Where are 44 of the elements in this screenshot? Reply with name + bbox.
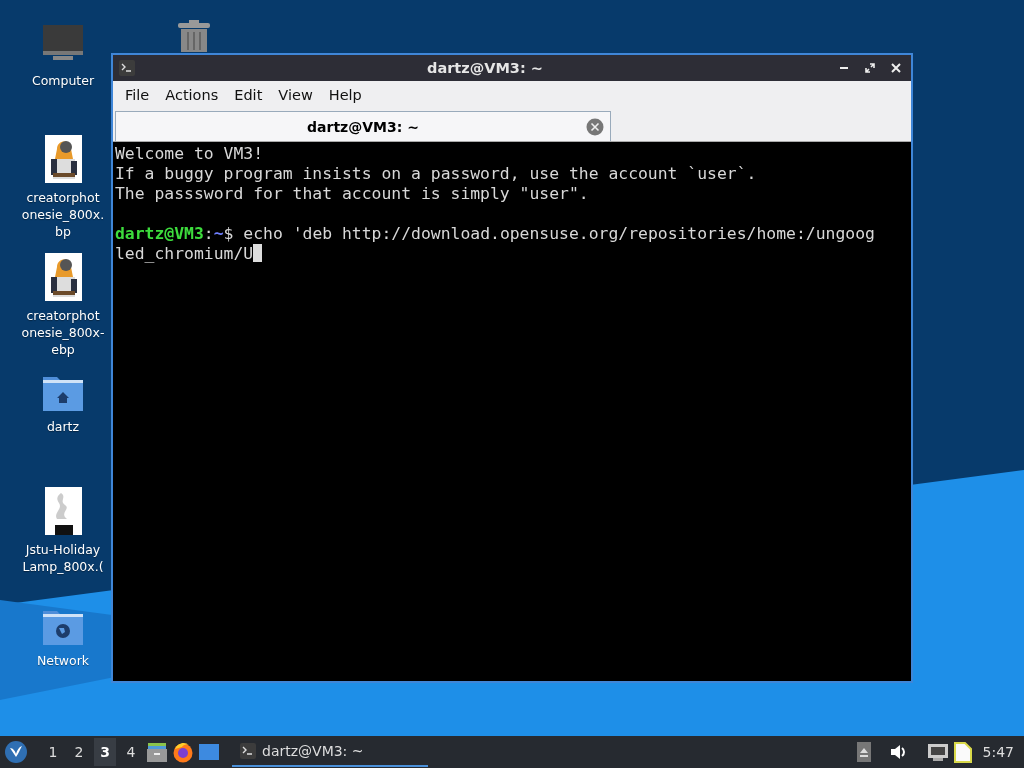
home-folder-icon[interactable] xyxy=(42,374,84,412)
network-icon[interactable] xyxy=(926,743,949,761)
icon-label: Network xyxy=(36,652,90,669)
workspace-button[interactable]: 1 xyxy=(42,738,64,766)
icon-label: Computer xyxy=(31,72,95,89)
workspace-button[interactable]: 3 xyxy=(94,738,116,766)
terminal-icon xyxy=(240,743,256,759)
terminal-line: dartz@VM3:~$ echo 'deb http://download.opensuse.org/repositories/home:/ungoog xyxy=(115,224,876,244)
icon-label: onesie_800x- xyxy=(21,324,105,341)
menu-item[interactable]: View xyxy=(270,85,321,105)
terminal-tab[interactable]: dartz@VM3: ~ xyxy=(115,111,611,141)
notes-icon[interactable] xyxy=(952,741,973,763)
volume-icon[interactable] xyxy=(888,743,907,761)
menu-item[interactable]: File xyxy=(117,85,158,105)
network-folder-icon[interactable] xyxy=(42,608,84,646)
browser-icon[interactable] xyxy=(172,741,194,763)
menu-item[interactable]: Actions xyxy=(157,85,227,105)
start-menu-icon[interactable] xyxy=(4,740,28,764)
taskbar-button[interactable]: dartz@VM3: ~ xyxy=(232,737,428,767)
workspace-button[interactable]: 2 xyxy=(68,738,90,766)
terminal-line: The passsword for that account is simply "user". xyxy=(115,184,590,204)
terminal-icon xyxy=(119,60,135,76)
icon-label: onesie_800x. xyxy=(21,206,105,223)
icon-label: Jstu-Holiday xyxy=(25,541,101,558)
close-tab-icon[interactable] xyxy=(586,118,604,136)
terminal-line: Welcome to VM3! xyxy=(115,144,265,164)
icon-label: creatorphot xyxy=(26,307,100,324)
clock: 5:47 xyxy=(981,744,1015,760)
desktop-icon[interactable] xyxy=(198,742,220,762)
trash-icon[interactable] xyxy=(175,20,213,52)
window-title: dartz@VM3: ~ xyxy=(426,60,544,76)
terminal-line: If a buggy program insists on a password, use the account `user`. xyxy=(115,164,758,184)
menu-item[interactable]: Help xyxy=(320,85,370,105)
icon-label: creatorphot xyxy=(26,189,100,206)
eject-icon[interactable] xyxy=(856,742,871,762)
icon-label: Lamp_800x.( xyxy=(22,558,104,575)
workspace-button[interactable]: 4 xyxy=(120,738,142,766)
text-cursor xyxy=(253,244,263,262)
icon-label: ebp xyxy=(51,341,75,358)
menu-item[interactable]: Edit xyxy=(226,85,271,105)
icon-label: dartz xyxy=(46,418,80,435)
terminal-line: led_chromium/U xyxy=(115,244,254,263)
file-cabinet-icon[interactable] xyxy=(146,741,168,763)
icon-label: bp xyxy=(55,223,71,240)
